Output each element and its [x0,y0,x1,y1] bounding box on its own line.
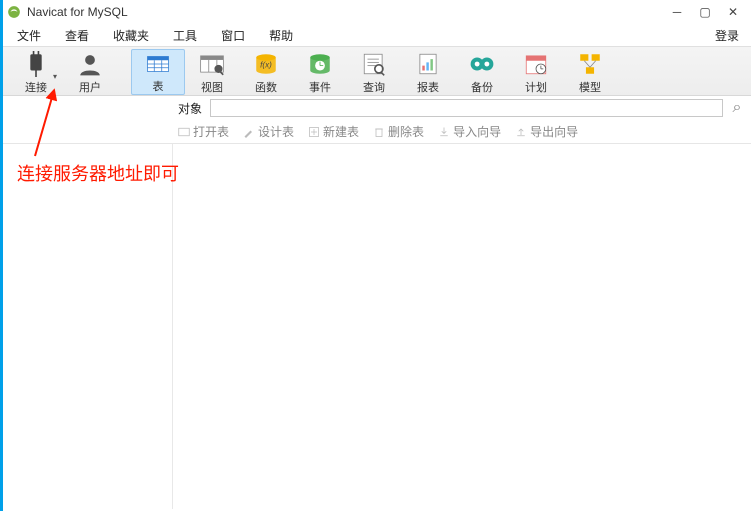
table-icon [145,52,171,76]
toolbar-query-label: 查询 [363,79,385,95]
action-import-label: 导入向导 [453,123,501,140]
tab-bar: 对象 ⌕ [3,96,751,120]
import-icon [438,126,450,138]
query-icon [361,51,387,77]
maximize-button[interactable]: ▢ [691,2,719,22]
toolbar-connect-label: 连接 [25,79,47,95]
toolbar-view[interactable]: 视图 [185,49,239,95]
toolbar-user[interactable]: 用户 [63,49,117,95]
action-design-label: 设计表 [258,123,294,140]
toolbar-function[interactable]: f(x) 函数 [239,49,293,95]
dropdown-icon: ▾ [53,72,57,81]
backup-icon [469,51,495,77]
toolbar-event[interactable]: 事件 [293,49,347,95]
search-input[interactable] [210,99,723,117]
calendar-icon [523,51,549,77]
login-link[interactable]: 登录 [705,25,749,46]
action-open-label: 打开表 [193,123,229,140]
model-icon [577,51,603,77]
toolbar-table[interactable]: 表 [131,49,185,95]
toolbar-schedule-label: 计划 [525,79,547,95]
annotation-text: 连接服务器地址即可 [17,160,179,186]
function-icon: f(x) [253,51,279,77]
minimize-button[interactable]: ─ [663,2,691,22]
app-title: Navicat for MySQL [27,5,128,19]
menu-file[interactable]: 文件 [5,25,53,46]
action-delete-table[interactable]: 删除表 [373,123,424,140]
plug-icon [23,51,49,77]
menu-bar: 文件 查看 收藏夹 工具 窗口 帮助 登录 [3,24,751,46]
user-icon [77,51,103,77]
connection-tree[interactable] [3,144,173,509]
menu-tools[interactable]: 工具 [161,25,209,46]
action-export-wizard[interactable]: 导出向导 [515,123,578,140]
action-new-label: 新建表 [323,123,359,140]
toolbar-query[interactable]: 查询 [347,49,401,95]
toolbar-backup[interactable]: 备份 [455,49,509,95]
action-open-table[interactable]: 打开表 [178,123,229,140]
svg-text:f(x): f(x) [260,60,272,69]
new-icon [308,126,320,138]
toolbar-model-label: 模型 [579,79,601,95]
toolbar-report-label: 报表 [417,79,439,95]
toolbar-schedule[interactable]: 计划 [509,49,563,95]
toolbar-backup-label: 备份 [471,79,493,95]
action-bar: 打开表 设计表 新建表 删除表 导入向导 导出向导 [3,120,751,144]
action-export-label: 导出向导 [530,123,578,140]
object-list [173,144,751,509]
app-icon [7,5,21,19]
toolbar-function-label: 函数 [255,79,277,95]
content-area [3,144,751,509]
menu-window[interactable]: 窗口 [209,25,257,46]
toolbar-user-label: 用户 [79,79,101,95]
action-import-wizard[interactable]: 导入向导 [438,123,501,140]
action-delete-label: 删除表 [388,123,424,140]
design-icon [243,126,255,138]
menu-view[interactable]: 查看 [53,25,101,46]
tab-object[interactable]: 对象 [178,100,202,117]
toolbar-model[interactable]: 模型 [563,49,617,95]
menu-help[interactable]: 帮助 [257,25,305,46]
report-icon [415,51,441,77]
view-icon [199,51,225,77]
close-button[interactable]: ✕ [719,2,747,22]
title-bar: Navicat for MySQL ─ ▢ ✕ [3,0,751,24]
event-icon [307,51,333,77]
action-design-table[interactable]: 设计表 [243,123,294,140]
toolbar-connect[interactable]: 连接 ▾ [9,49,63,95]
export-icon [515,126,527,138]
toolbar: 连接 ▾ 用户 表 视图 f(x) 函数 事件 查询 报表 备份 计划 模型 [3,46,751,96]
toolbar-event-label: 事件 [309,79,331,95]
action-new-table[interactable]: 新建表 [308,123,359,140]
menu-favorites[interactable]: 收藏夹 [101,25,161,46]
toolbar-view-label: 视图 [201,79,223,95]
delete-icon [373,126,385,138]
open-icon [178,126,190,138]
toolbar-table-label: 表 [153,78,164,94]
search-icon[interactable]: ⌕ [723,99,751,117]
toolbar-report[interactable]: 报表 [401,49,455,95]
